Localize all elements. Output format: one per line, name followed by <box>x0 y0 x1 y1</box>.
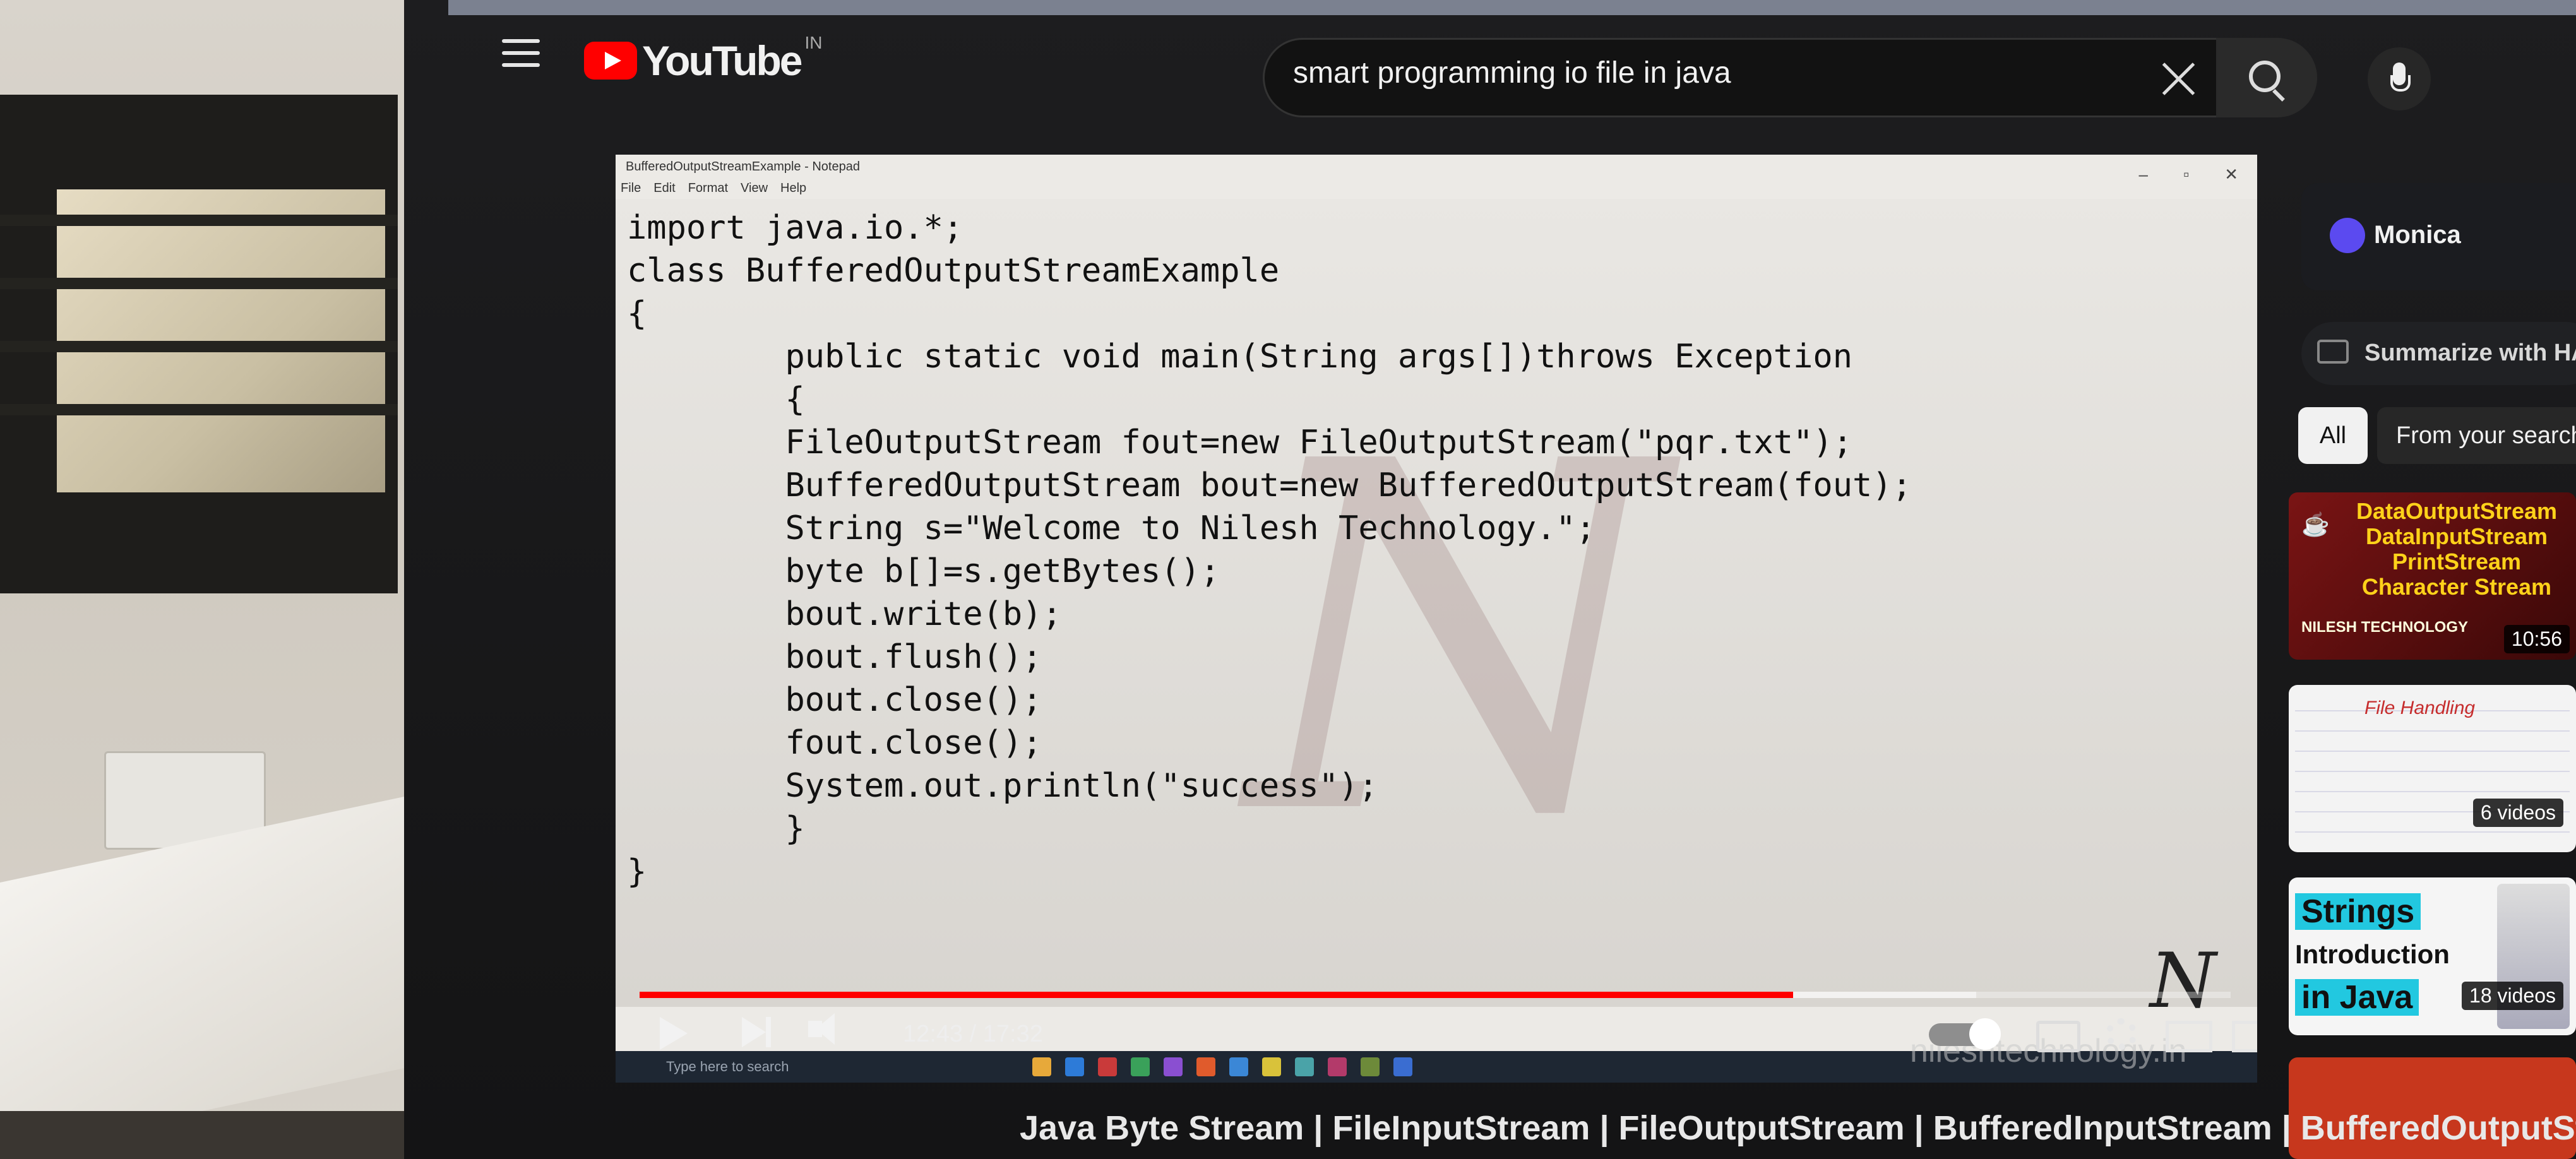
summarize-icon <box>2317 340 2349 364</box>
miniplayer-icon[interactable] <box>2166 1021 2212 1052</box>
notepad-menu: File Edit Format View Help <box>621 181 806 196</box>
search-query: smart programming io file in java <box>1293 56 1731 90</box>
thumbnail-text: Strings Introduction in Java <box>2295 893 2450 1016</box>
thumbnail-text: DataOutputStream DataInputStream PrintSt… <box>2356 498 2557 600</box>
window-bar <box>0 404 398 415</box>
player-controls: 12:43 / 17:32 <box>616 1004 2257 1055</box>
play-icon[interactable] <box>660 1017 688 1050</box>
search-icon <box>2249 61 2281 92</box>
notepad-window-controls: – ▫ ✕ <box>2139 165 2238 184</box>
monica-label: Monica <box>2374 221 2461 249</box>
notepad-menu-item: View <box>741 181 768 195</box>
notebook <box>0 796 404 1155</box>
progress-bar[interactable] <box>640 992 2231 998</box>
notepad-menu-item: File <box>621 181 641 195</box>
playlist-count-badge: 6 videos <box>2472 799 2563 827</box>
java-logo-icon: ☕ <box>2301 511 2330 537</box>
room-background <box>0 0 404 1159</box>
time-display: 12:43 / 17:32 <box>903 1021 1043 1047</box>
minimize-icon: – <box>2138 165 2148 184</box>
notepad-menu-item: Help <box>780 181 807 195</box>
notepad-menu-item: Edit <box>653 181 676 195</box>
theater-mode-icon[interactable] <box>2232 1021 2257 1052</box>
playlist-thumbnail[interactable]: File Handling 6 videos <box>2289 685 2576 852</box>
gear-icon[interactable] <box>2106 1018 2137 1050</box>
volume-icon[interactable] <box>808 1013 835 1045</box>
youtube-page: YouTube IN smart programming io file in … <box>404 0 2576 1159</box>
thumbnail-text: File Handling <box>2364 698 2476 718</box>
youtube-logo[interactable]: YouTube IN <box>584 33 823 85</box>
thumbnail-brand: NILESH TECHNOLOGY <box>2301 619 2469 636</box>
taskbar-search: Type here to search <box>666 1059 789 1074</box>
subtitles-icon[interactable] <box>2036 1021 2080 1052</box>
playlist-count-badge: 18 videos <box>2462 982 2563 1010</box>
chip-all[interactable]: All <box>2298 407 2368 464</box>
maximize-icon: ▫ <box>2183 165 2190 184</box>
monitor-top-edge <box>448 0 2576 15</box>
playlist-thumbnail[interactable]: Strings Introduction in Java 18 videos <box>2289 877 2576 1035</box>
search-button[interactable] <box>2216 38 2317 117</box>
hamburger-menu-icon[interactable] <box>502 39 540 71</box>
youtube-play-icon <box>584 42 637 80</box>
window-bar <box>0 215 398 226</box>
desk-edge <box>0 1111 404 1159</box>
summarize-label: Summarize with HAI <box>2364 340 2576 366</box>
logo-text: YouTube <box>642 37 803 84</box>
video-title: Java Byte Stream | FileInputStream | Fil… <box>1020 1109 2576 1147</box>
next-icon[interactable] <box>742 1017 771 1047</box>
progress-played <box>640 992 1793 998</box>
code-text: import java.io.*; class BufferedOutputSt… <box>627 209 1912 891</box>
close-icon: ✕ <box>2224 165 2238 184</box>
notepad-title: BufferedOutputStreamExample - Notepad <box>626 160 860 174</box>
country-code: IN <box>804 33 823 52</box>
clear-search-icon[interactable] <box>2159 60 2197 98</box>
window-bar <box>0 278 398 289</box>
autoplay-toggle[interactable] <box>1929 1018 2001 1050</box>
window-bar <box>0 341 398 352</box>
taskbar-icons <box>1032 1057 1412 1076</box>
notepad-window: BufferedOutputStreamExample - Notepad Fi… <box>616 155 2257 1083</box>
video-thumbnail[interactable]: ☕ DataOutputStream DataInputStream Print… <box>2289 492 2576 660</box>
voice-search-button[interactable] <box>2368 47 2431 110</box>
video-player[interactable]: BufferedOutputStreamExample - Notepad Fi… <box>616 155 2257 1083</box>
monica-icon <box>2330 218 2365 253</box>
chip-from-your-search[interactable]: From your search <box>2377 407 2576 464</box>
duration-badge: 10:56 <box>2503 625 2570 653</box>
notepad-menu-item: Format <box>688 181 729 195</box>
